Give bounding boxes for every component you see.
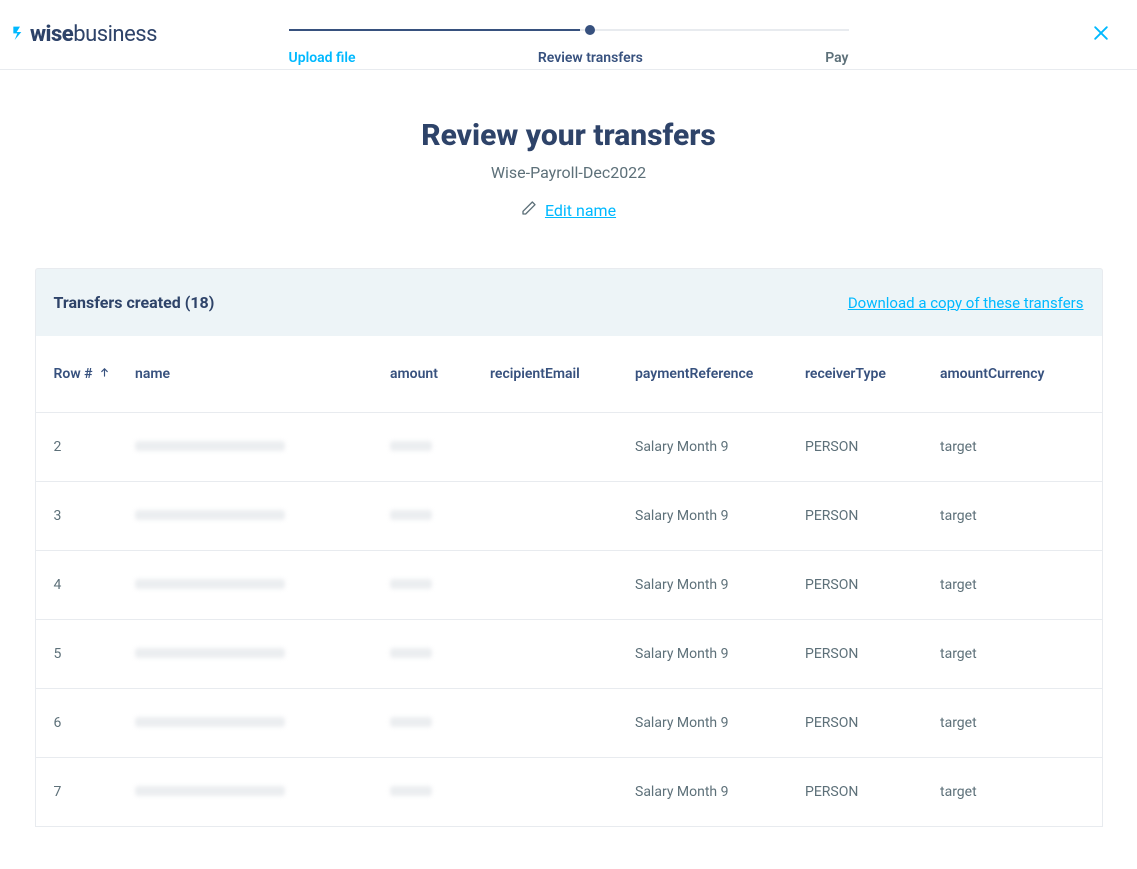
progress-stepper: Upload file Review transfers Pay <box>273 16 864 66</box>
cell-payment-reference: Salary Month 9 <box>625 413 795 482</box>
step-label: Review transfers <box>538 50 643 66</box>
table-row[interactable]: 6 Salary Month 9PERSONtarget <box>35 689 1102 758</box>
table-row[interactable]: 2 Salary Month 9PERSONtarget <box>35 413 1102 482</box>
cell-payment-reference: Salary Month 9 <box>625 689 795 758</box>
column-header-recipient-email[interactable]: recipientEmail <box>480 336 625 413</box>
column-header-row[interactable]: Row # <box>35 336 125 413</box>
edit-name-button[interactable]: Edit name <box>521 200 616 220</box>
cell-receiver-type: PERSON <box>795 689 930 758</box>
cell-amount <box>380 620 480 689</box>
cell-payment-reference: Salary Month 9 <box>625 620 795 689</box>
cell-name <box>125 758 380 827</box>
edit-name-label: Edit name <box>545 201 616 220</box>
transfers-panel: Transfers created (18) Download a copy o… <box>35 268 1103 827</box>
cell-receiver-type: PERSON <box>795 758 930 827</box>
step-current-dot-icon <box>585 25 595 35</box>
cell-row-number: 3 <box>35 482 125 551</box>
cell-amount-currency: target <box>930 551 1102 620</box>
step-upload-file[interactable]: Upload file <box>289 16 356 66</box>
cell-row-number: 2 <box>35 413 125 482</box>
wise-flag-icon <box>12 24 28 45</box>
transfers-table: Row # name amount recipientEmail payment… <box>35 336 1103 827</box>
step-review-transfers[interactable]: Review transfers <box>538 16 643 66</box>
cell-amount-currency: target <box>930 758 1102 827</box>
cell-recipient-email <box>480 482 625 551</box>
logo-word-wise: wise <box>30 22 73 47</box>
table-row[interactable]: 4 Salary Month 9PERSONtarget <box>35 551 1102 620</box>
panel-header: Transfers created (18) Download a copy o… <box>35 268 1103 336</box>
cell-payment-reference: Salary Month 9 <box>625 482 795 551</box>
close-icon <box>1091 23 1111 43</box>
cell-receiver-type: PERSON <box>795 413 930 482</box>
cell-receiver-type: PERSON <box>795 482 930 551</box>
title-block: Review your transfers Wise-Payroll-Dec20… <box>0 118 1137 220</box>
cell-receiver-type: PERSON <box>795 620 930 689</box>
cell-receiver-type: PERSON <box>795 551 930 620</box>
cell-row-number: 6 <box>35 689 125 758</box>
cell-amount-currency: target <box>930 413 1102 482</box>
close-button[interactable] <box>1085 17 1117 53</box>
wise-business-logo[interactable]: wisebusiness <box>12 22 157 47</box>
cell-row-number: 4 <box>35 551 125 620</box>
cell-name <box>125 620 380 689</box>
column-header-amount[interactable]: amount <box>380 336 480 413</box>
cell-row-number: 7 <box>35 758 125 827</box>
step-pay[interactable]: Pay <box>825 16 848 66</box>
cell-recipient-email <box>480 758 625 827</box>
batch-name: Wise-Payroll-Dec2022 <box>0 163 1137 182</box>
cell-payment-reference: Salary Month 9 <box>625 551 795 620</box>
cell-amount-currency: target <box>930 689 1102 758</box>
pencil-icon <box>521 200 537 220</box>
cell-amount <box>380 689 480 758</box>
cell-amount <box>380 551 480 620</box>
cell-amount-currency: target <box>930 620 1102 689</box>
cell-payment-reference: Salary Month 9 <box>625 758 795 827</box>
cell-amount <box>380 413 480 482</box>
panel-title: Transfers created (18) <box>54 293 215 312</box>
table-row[interactable]: 3 Salary Month 9PERSONtarget <box>35 482 1102 551</box>
step-label: Upload file <box>289 50 356 66</box>
cell-recipient-email <box>480 413 625 482</box>
cell-amount-currency: target <box>930 482 1102 551</box>
table-row[interactable]: 5 Salary Month 9PERSONtarget <box>35 620 1102 689</box>
page-title: Review your transfers <box>0 118 1137 153</box>
column-header-amount-currency[interactable]: amountCurrency <box>930 336 1102 413</box>
column-header-receiver-type[interactable]: receiverType <box>795 336 930 413</box>
header: wisebusiness Upload file Review transfer… <box>0 0 1137 70</box>
table-header-row: Row # name amount recipientEmail payment… <box>35 336 1102 413</box>
cell-name <box>125 482 380 551</box>
cell-recipient-email <box>480 620 625 689</box>
sort-ascending-icon <box>99 366 110 382</box>
cell-name <box>125 413 380 482</box>
cell-name <box>125 551 380 620</box>
step-label: Pay <box>825 50 848 66</box>
cell-recipient-email <box>480 551 625 620</box>
logo-word-business: business <box>73 22 157 47</box>
cell-amount <box>380 758 480 827</box>
table-row[interactable]: 7 Salary Month 9PERSONtarget <box>35 758 1102 827</box>
cell-amount <box>380 482 480 551</box>
cell-name <box>125 689 380 758</box>
cell-row-number: 5 <box>35 620 125 689</box>
column-header-payment-reference[interactable]: paymentReference <box>625 336 795 413</box>
cell-recipient-email <box>480 689 625 758</box>
download-transfers-link[interactable]: Download a copy of these transfers <box>848 294 1084 312</box>
column-header-name[interactable]: name <box>125 336 380 413</box>
